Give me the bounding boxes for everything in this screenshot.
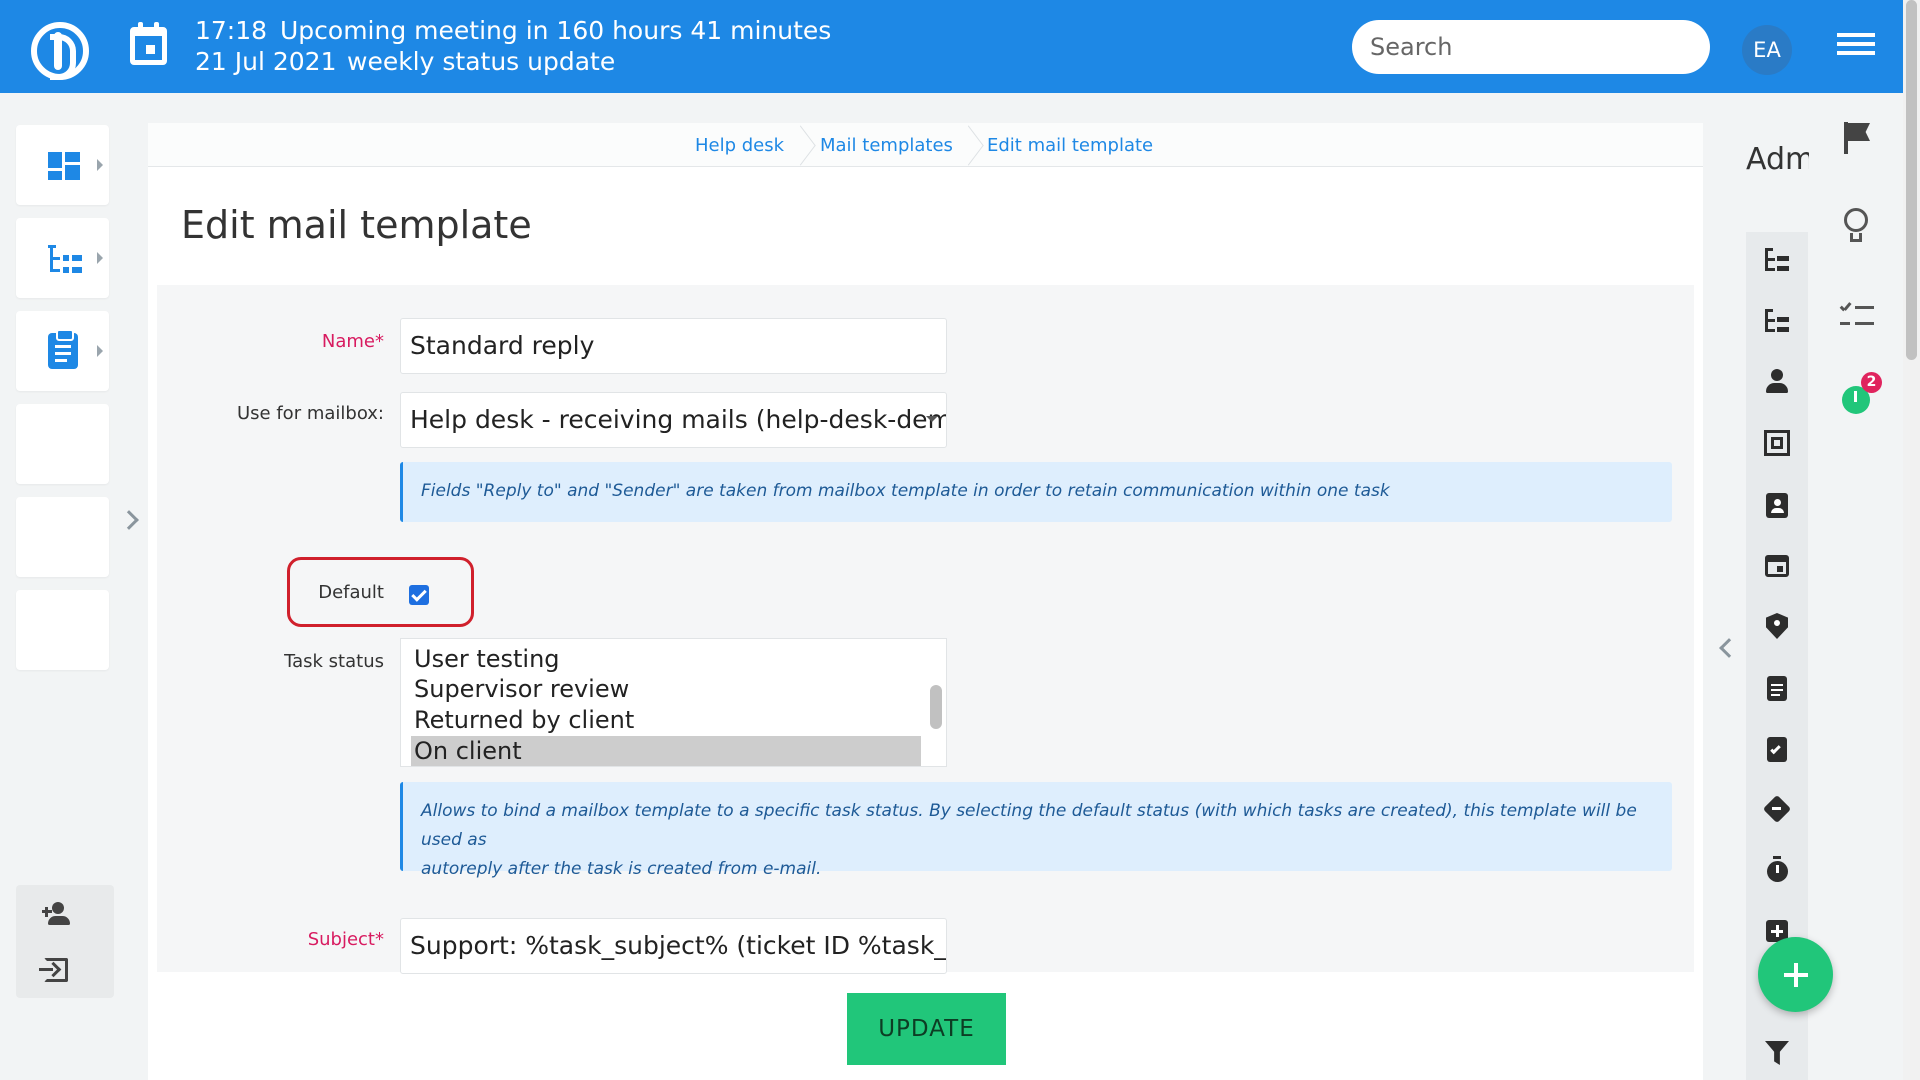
- name-field[interactable]: Standard reply: [400, 318, 947, 374]
- sidebar-empty-slot[interactable]: [16, 404, 109, 484]
- meeting-countdown: Upcoming meeting in 160 hours 41 minutes: [280, 16, 832, 45]
- notification-badge: 2: [1861, 372, 1882, 393]
- filter-icon[interactable]: [1763, 1039, 1791, 1067]
- project-tree-icon[interactable]: [1763, 246, 1791, 274]
- list-item-selected[interactable]: On client: [411, 736, 921, 766]
- add-user-icon[interactable]: [42, 902, 74, 926]
- default-label: Default: [318, 582, 384, 603]
- list-item[interactable]: User testing: [411, 644, 921, 674]
- user-avatar[interactable]: EA: [1742, 25, 1792, 75]
- expand-arrow-icon: [97, 159, 103, 171]
- flag-icon[interactable]: [1844, 122, 1848, 154]
- flag-icon[interactable]: [1848, 123, 1870, 141]
- breadcrumb: Help desk Mail templates Edit mail templ…: [148, 123, 1703, 167]
- name-label: Name*: [321, 331, 384, 352]
- lightbulb-icon[interactable]: [1844, 208, 1868, 232]
- expand-arrow-icon: [97, 345, 103, 357]
- breadcrumb-mail-templates[interactable]: Mail templates: [820, 135, 953, 156]
- subject-field[interactable]: Support: %task_subject% (ticket ID %task…: [400, 918, 947, 974]
- search-input[interactable]: [1352, 20, 1710, 74]
- calendar-icon[interactable]: [1763, 551, 1791, 579]
- task-status-label: Task status: [284, 651, 384, 672]
- dashboard-icon: [48, 152, 80, 180]
- expand-sidebar-chevron-icon[interactable]: [120, 508, 136, 532]
- app-logo-icon[interactable]: [31, 22, 89, 80]
- breadcrumb-edit-mail-template[interactable]: Edit mail template: [987, 135, 1153, 156]
- checklist-icon[interactable]: [1839, 302, 1874, 327]
- clipboard-icon[interactable]: [1763, 673, 1791, 701]
- sidebar-empty-slot[interactable]: [16, 497, 109, 577]
- list-item[interactable]: Supervisor review: [411, 674, 921, 704]
- task-status-info-line: Allows to bind a mailbox template to a s…: [421, 801, 1637, 850]
- task-status-info-line: autoreply after the task is created from…: [421, 859, 822, 879]
- sidebar-empty-slot[interactable]: [16, 590, 109, 670]
- expand-arrow-icon: [97, 252, 103, 264]
- page-title: Edit mail template: [181, 203, 532, 247]
- meeting-time: 17:18: [195, 16, 268, 45]
- add-fab-button[interactable]: [1758, 937, 1833, 1012]
- chevron-down-icon[interactable]: [926, 416, 938, 422]
- list-item[interactable]: Returned by client: [411, 705, 921, 735]
- default-checkbox[interactable]: [409, 585, 429, 605]
- meeting-date: 21 Jul 2021: [195, 47, 337, 76]
- admin-panel-title: Admin: [1746, 142, 1809, 177]
- collapse-panel-chevron-icon[interactable]: [1718, 636, 1734, 660]
- task-status-listbox[interactable]: … User testing Supervisor review Returne…: [400, 638, 947, 767]
- project-tree-icon: [48, 245, 82, 275]
- breadcrumb-separator: [956, 127, 980, 165]
- page-scrollbar-thumb[interactable]: [1906, 0, 1917, 360]
- mailbox-select[interactable]: Help desk - receiving mails (help-desk-d…: [400, 392, 947, 448]
- sidebar-tasks-button[interactable]: [16, 311, 109, 391]
- mailbox-info-note: Fields "Reply to" and "Sender" are taken…: [400, 462, 1672, 522]
- login-icon[interactable]: [39, 958, 68, 982]
- clipboard-check-icon[interactable]: [1763, 734, 1791, 762]
- meeting-title: weekly status update: [347, 47, 616, 76]
- project-tree-icon[interactable]: [1763, 307, 1791, 335]
- listbox-scrollbar-thumb[interactable]: [930, 685, 942, 729]
- directions-icon[interactable]: [1762, 794, 1792, 824]
- lightbulb-icon[interactable]: [1850, 233, 1862, 242]
- security-shield-icon[interactable]: [1763, 612, 1791, 640]
- contact-badge-icon[interactable]: [1763, 490, 1791, 518]
- top-bar: 17:18 Upcoming meeting in 160 hours 41 mi…: [0, 0, 1903, 93]
- clipboard-icon: [48, 329, 78, 369]
- sidebar-projects-button[interactable]: [16, 218, 109, 298]
- mailbox-label: Use for mailbox:: [237, 403, 384, 424]
- breadcrumb-help-desk[interactable]: Help desk: [695, 135, 784, 156]
- update-button[interactable]: UPDATE: [847, 993, 1006, 1065]
- group-frame-icon[interactable]: [1763, 429, 1791, 457]
- calendar-icon[interactable]: [130, 22, 167, 65]
- stopwatch-icon[interactable]: [1763, 856, 1791, 884]
- subject-label: Subject*: [307, 929, 384, 950]
- user-icon[interactable]: [1763, 368, 1791, 396]
- breadcrumb-separator: [788, 127, 812, 165]
- sidebar-dashboard-button[interactable]: [16, 125, 109, 205]
- task-status-info-note: Allows to bind a mailbox template to a s…: [400, 782, 1672, 879]
- menu-icon[interactable]: [1837, 33, 1875, 60]
- upcoming-meeting[interactable]: 17:18 Upcoming meeting in 160 hours 41 mi…: [195, 15, 831, 77]
